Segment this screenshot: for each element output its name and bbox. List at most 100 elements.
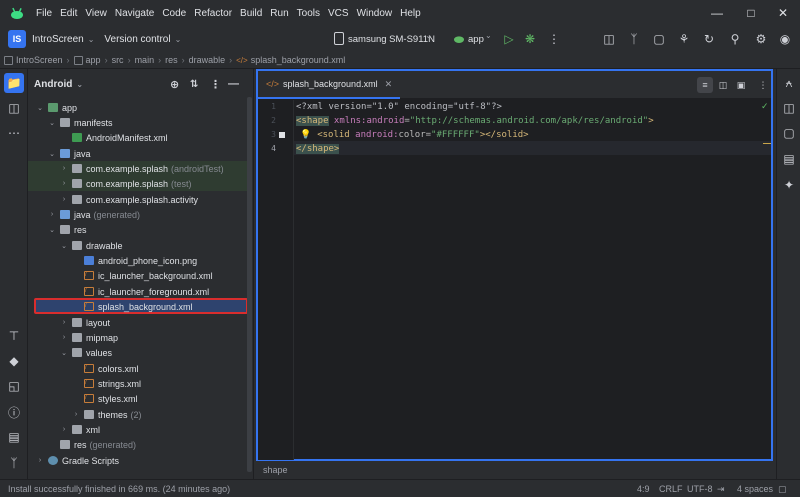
line-separator[interactable]: CRLF	[659, 484, 683, 494]
menu-run[interactable]: Run	[266, 8, 292, 19]
run-config-selector[interactable]: app	[468, 34, 484, 45]
minimize-button[interactable]: —	[700, 0, 734, 26]
tab-splash-background[interactable]: </> splash_background.xml ✕	[258, 71, 401, 99]
status-message[interactable]: Install successfully finished in 669 ms.…	[8, 484, 230, 494]
menu-file[interactable]: File	[32, 8, 56, 19]
collapse-icon[interactable]: ⇅	[190, 79, 198, 90]
locate-icon[interactable]: ⊕	[170, 78, 179, 91]
chevron-down-icon[interactable]: ⌄	[485, 31, 492, 40]
git-icon[interactable]: ᛉ	[4, 453, 24, 473]
menu-vcs[interactable]: VCS	[324, 8, 353, 19]
logcat-icon[interactable]: ◱	[4, 376, 24, 396]
debug-icon[interactable]: ❋	[521, 30, 539, 48]
breadcrumb-item[interactable]: drawable	[189, 55, 226, 65]
breadcrumb-item[interactable]: main	[135, 55, 155, 65]
breadcrumb-item[interactable]: src	[112, 55, 124, 65]
code-line-2[interactable]: <shape xmlns:android = "http://schemas.and…	[296, 114, 654, 128]
tree-item-java[interactable]: ⌄ java	[48, 146, 90, 161]
search-icon[interactable]: ⚲	[726, 30, 744, 48]
project-badge[interactable]: IS	[8, 30, 26, 48]
code-view-icon[interactable]: ≡	[697, 77, 713, 93]
notifications-icon[interactable]: ⍲	[779, 73, 799, 93]
device-manager-icon[interactable]: ◫	[600, 30, 618, 48]
build-tool-icon[interactable]: ⊤	[4, 326, 24, 346]
menu-window[interactable]: Window	[353, 8, 397, 19]
version-control-menu[interactable]: Version control	[104, 34, 170, 45]
menu-edit[interactable]: Edit	[56, 8, 81, 19]
more-options-icon[interactable]: ⋮	[755, 77, 771, 93]
menu-build[interactable]: Build	[236, 8, 266, 19]
project-panel-scrollbar[interactable]	[247, 97, 252, 472]
more-actions-icon[interactable]: ⋮	[545, 30, 563, 48]
indent-setting[interactable]: 4 spaces	[737, 484, 773, 494]
project-tool-icon[interactable]: 📁	[4, 73, 24, 93]
tree-item-android-phone-icon[interactable]: android_phone_icon.png	[84, 253, 197, 268]
tree-item-splash-background[interactable]: / splash_background.xml	[84, 299, 193, 314]
tree-item-xml[interactable]: › xml	[60, 422, 100, 437]
close-icon[interactable]: ✕	[385, 79, 393, 90]
tree-item-mipmap[interactable]: › mipmap	[60, 330, 118, 345]
project-name[interactable]: IntroScreen	[32, 34, 84, 45]
device-selector[interactable]: samsung SM-S911N	[348, 34, 435, 45]
maximize-button[interactable]: □	[734, 0, 768, 26]
tree-item-android-manifest[interactable]: AndroidManifest.xml	[72, 130, 168, 145]
gem-icon[interactable]: ◆	[4, 351, 24, 371]
sync-icon[interactable]: ↻	[700, 30, 718, 48]
design-view-icon[interactable]: ▣	[733, 77, 749, 93]
tree-item-themes[interactable]: › themes (2)	[72, 407, 142, 422]
tree-item-res-generated[interactable]: res (generated)	[60, 437, 136, 452]
chevron-down-icon[interactable]: ⌄	[76, 80, 83, 89]
resource-manager-icon[interactable]: ▤	[779, 149, 799, 169]
color-swatch-icon[interactable]	[279, 132, 285, 138]
run-icon[interactable]: ▷	[500, 30, 518, 48]
project-view-selector[interactable]: Android	[34, 79, 72, 90]
bug-icon[interactable]: ⚘	[675, 30, 693, 48]
tree-item-package-activity[interactable]: › com.example.splash.activity	[60, 192, 198, 207]
problems-icon[interactable]: ⓘ	[4, 402, 24, 422]
tree-item-manifests[interactable]: ⌄ manifests	[48, 115, 112, 130]
chevron-down-icon[interactable]: ⌄	[175, 35, 182, 44]
tree-item-app[interactable]: ⌄ app	[36, 100, 77, 115]
gemini-icon[interactable]: ✦	[779, 175, 799, 195]
code-line-1[interactable]: <?xml version="1.0" encoding="utf-8"?>	[296, 100, 502, 114]
tree-item-java-generated[interactable]: › java (generated)	[48, 207, 140, 222]
code-line-3[interactable]: 💡 <solid android: color = "#FFFFFF" ></solid>	[300, 128, 529, 142]
tree-item-strings[interactable]: / strings.xml	[84, 376, 141, 391]
editor-path[interactable]: shape	[263, 465, 288, 475]
file-encoding[interactable]: UTF-8	[687, 484, 713, 494]
tree-item-ic-launcher-background[interactable]: / ic_launcher_background.xml	[84, 268, 213, 283]
breadcrumb-item[interactable]: app	[86, 55, 101, 65]
caret-position[interactable]: 4:9	[637, 484, 650, 494]
menu-tools[interactable]: Tools	[293, 8, 324, 19]
breadcrumb-item[interactable]: IntroScreen	[16, 55, 63, 65]
profiler-icon[interactable]: ▢	[650, 30, 668, 48]
tree-item-package-test[interactable]: › com.example.splash (test)	[28, 176, 247, 191]
translate-icon[interactable]: ᛉ	[625, 30, 643, 48]
tree-item-package-android-test[interactable]: › com.example.splash (androidTest)	[28, 161, 247, 176]
breadcrumb-item[interactable]: res	[165, 55, 178, 65]
hide-panel-icon[interactable]: —	[228, 78, 239, 90]
assistant-icon[interactable]: ◉	[776, 30, 794, 48]
tree-item-gradle-scripts[interactable]: › Gradle Scripts	[36, 453, 119, 468]
split-view-icon[interactable]: ◫	[715, 77, 731, 93]
structure-tool-icon[interactable]: ◫	[4, 98, 24, 118]
gear-icon[interactable]: ⚙	[752, 30, 770, 48]
menu-help[interactable]: Help	[396, 8, 425, 19]
menu-view[interactable]: View	[81, 8, 111, 19]
menu-navigate[interactable]: Navigate	[111, 8, 158, 19]
gradle-icon[interactable]: ◫	[779, 98, 799, 118]
code-line-4[interactable]: </shape>	[296, 142, 340, 156]
menu-code[interactable]: Code	[158, 8, 190, 19]
options-icon[interactable]: ⋮	[210, 78, 221, 91]
lock-icon[interactable]: ▢	[778, 484, 787, 495]
breadcrumb-item[interactable]: splash_background.xml	[251, 55, 346, 65]
tree-item-drawable[interactable]: ⌄ drawable	[60, 238, 122, 253]
chevron-down-icon[interactable]: ⌄	[88, 35, 95, 44]
tree-item-res[interactable]: ⌄ res	[48, 222, 86, 237]
device-file-icon[interactable]: ▢	[779, 123, 799, 143]
menu-refactor[interactable]: Refactor	[190, 8, 236, 19]
tree-item-colors[interactable]: / colors.xml	[84, 361, 139, 376]
chevron-down-icon[interactable]: ⌄	[425, 31, 432, 40]
tree-item-values[interactable]: ⌄ values	[60, 345, 112, 360]
terminal-icon[interactable]: ▤	[4, 427, 24, 447]
